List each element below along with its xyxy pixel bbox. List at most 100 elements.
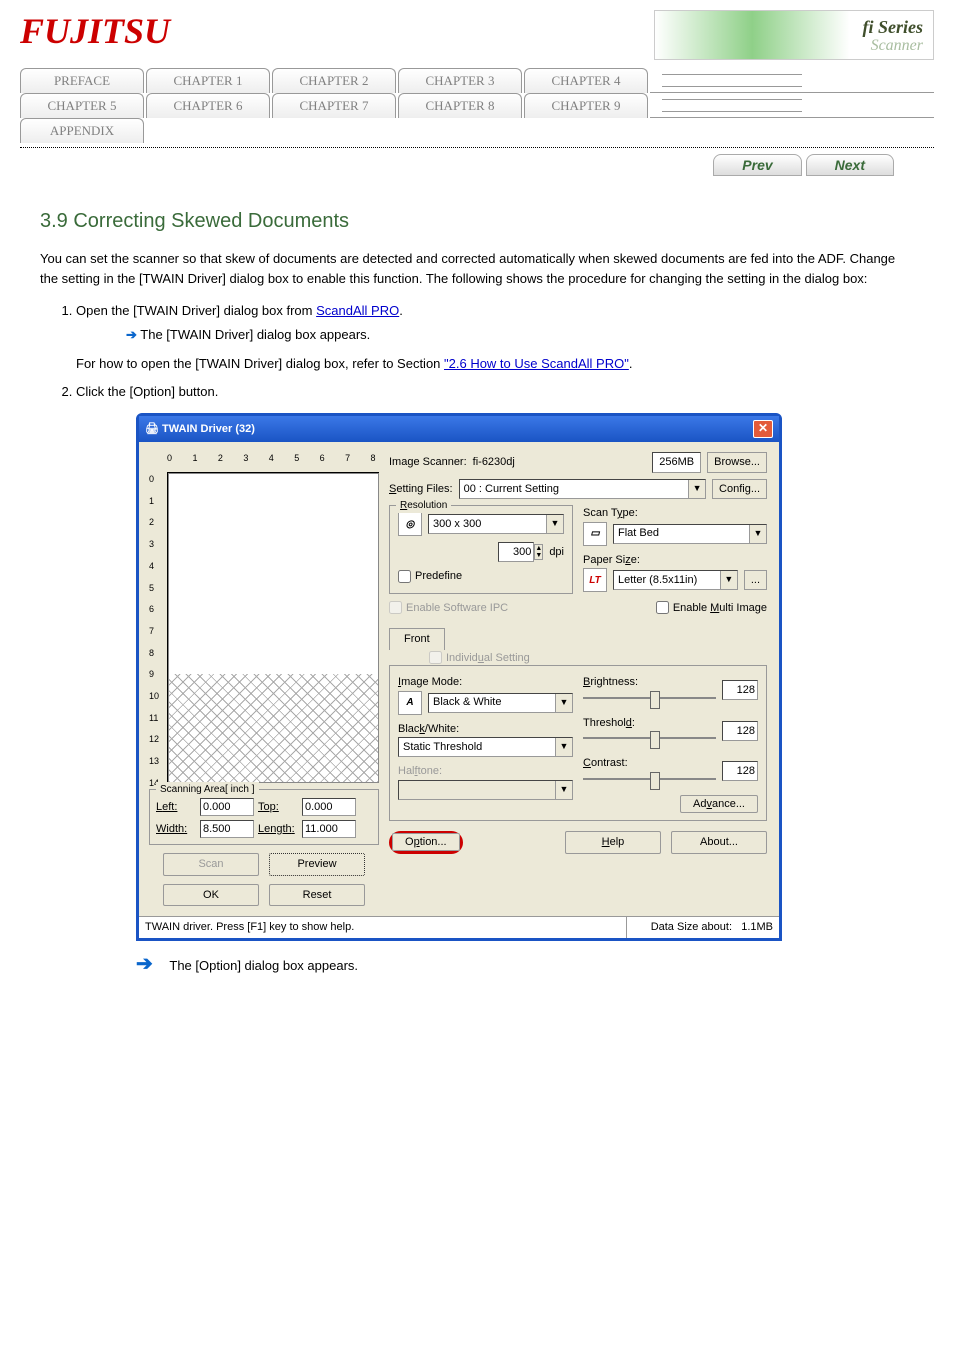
scan-type-combo[interactable]: Flat Bed▼	[613, 524, 767, 544]
right-panel: Image Scanner: fi-6230dj 256MB Browse...…	[383, 448, 773, 910]
preview-button[interactable]: Preview	[269, 853, 365, 876]
scanning-area-group: Scanning Area[ inch ] Left: Top: Width:	[149, 789, 379, 845]
banner-subtitle: Scanner	[871, 37, 923, 55]
contrast-label: Contrast:	[583, 757, 628, 769]
fujitsu-logo: FUJITSU	[20, 10, 170, 52]
top-input[interactable]	[302, 798, 356, 816]
intro-paragraph: You can set the scanner so that skew of …	[40, 249, 914, 288]
threshold-input[interactable]	[722, 721, 758, 741]
tab-chapter4[interactable]: CHAPTER 4	[524, 68, 648, 93]
step-2-text: Click the [Option] button.	[76, 384, 218, 399]
tab-appendix[interactable]: APPENDIX	[20, 118, 144, 143]
close-icon[interactable]: ✕	[753, 420, 773, 438]
top-label: Top:	[258, 799, 298, 816]
chevron-down-icon: ▼	[688, 480, 705, 498]
tab-preface[interactable]: PREFACE	[20, 68, 144, 93]
left-label: Left:	[156, 799, 196, 816]
scanning-area-legend: Scanning Area[ inch ]	[156, 782, 259, 797]
main-content: 3.9 Correcting Skewed Documents You can …	[0, 176, 954, 1002]
image-scanner-label: Image Scanner:	[389, 454, 467, 471]
step-1: Open the [TWAIN Driver] dialog box from …	[76, 301, 914, 374]
twain-window: 🖨 TWAIN Driver (32) ✕ 0 1 2 3 4	[136, 413, 782, 941]
paper-size-more-button[interactable]: ...	[744, 570, 767, 591]
length-label: Length:	[258, 821, 298, 838]
advance-button[interactable]: Advance...	[680, 795, 758, 813]
window-title: 🖨 TWAIN Driver (32)	[145, 421, 255, 438]
twain-dialog-screenshot: 🖨 TWAIN Driver (32) ✕ 0 1 2 3 4	[136, 413, 914, 941]
reset-button[interactable]: Reset	[269, 884, 365, 907]
scan-type-label: Scan Type:	[583, 507, 638, 519]
ok-button[interactable]: OK	[163, 884, 259, 907]
length-input[interactable]	[302, 820, 356, 838]
image-mode-combo[interactable]: Black & White▼	[428, 693, 573, 713]
step-2: Click the [Option] button. 🖨 TWAIN Drive…	[76, 382, 914, 979]
brightness-slider[interactable]	[583, 691, 716, 707]
predefine-checkbox[interactable]: Predefine	[398, 568, 564, 585]
enable-ipc-checkbox: Enable Software IPC	[389, 600, 508, 617]
width-input[interactable]	[200, 820, 254, 838]
left-panel: 0 1 2 3 4 5 6 7 8	[145, 448, 383, 910]
tab-chapter6[interactable]: CHAPTER 6	[146, 93, 270, 118]
image-mode-label: Image Mode:	[398, 676, 462, 688]
paper-size-icon: LT	[583, 568, 607, 592]
contrast-slider[interactable]	[583, 772, 716, 788]
tab-chapter7[interactable]: CHAPTER 7	[272, 93, 396, 118]
tab-chapter1[interactable]: CHAPTER 1	[146, 68, 270, 93]
dpi-unit: dpi	[549, 544, 564, 561]
contrast-input[interactable]	[722, 761, 758, 781]
option-highlight: Option...	[389, 831, 463, 854]
scandall-link[interactable]: ScandAll PRO	[316, 303, 399, 318]
individual-checkbox: Individual Setting	[429, 650, 767, 667]
step-1-post: .	[399, 303, 403, 318]
tab-chapter8[interactable]: CHAPTER 8	[398, 93, 522, 118]
browse-button[interactable]: Browse...	[707, 452, 767, 473]
step-1-arrow: ➔ The [TWAIN Driver] dialog box appears.	[126, 325, 914, 345]
dpi-spinner[interactable]: ▲▼	[498, 542, 543, 562]
enable-multi-checkbox[interactable]: Enable Multi Image	[656, 600, 767, 617]
config-button[interactable]: Config...	[712, 479, 767, 500]
setting-files-combo[interactable]: 00 : Current Setting▼	[459, 479, 706, 499]
tab-chapter5[interactable]: CHAPTER 5	[20, 93, 144, 118]
brightness-label: Brightness:	[583, 676, 638, 688]
section-title: 3.9 Correcting Skewed Documents	[40, 206, 914, 236]
preview-canvas[interactable]	[168, 473, 379, 783]
chapter-tabs: PREFACE CHAPTER 1 CHAPTER 2 CHAPTER 3 CH…	[20, 68, 934, 143]
step-2-result: ➔ The [Option] dialog box appears.	[136, 949, 914, 979]
image-mode-icon: A	[398, 691, 422, 715]
brightness-input[interactable]	[722, 680, 758, 700]
tab-side-lines	[650, 68, 934, 93]
resolution-combo[interactable]: 300 x 300▼	[428, 514, 564, 534]
status-bar: TWAIN driver. Press [F1] key to show hel…	[139, 916, 779, 938]
halftone-label: Halftone:	[398, 763, 573, 780]
next-button[interactable]: Next	[806, 154, 894, 176]
arrow-icon: ➔	[126, 327, 137, 342]
ruler-horizontal: 0 1 2 3 4 5 6 7 8	[167, 452, 379, 473]
nav-buttons: Prev Next	[0, 148, 954, 176]
tab-chapter2[interactable]: CHAPTER 2	[272, 68, 396, 93]
paper-size-combo[interactable]: Letter (8.5x11in)▼	[613, 570, 738, 590]
ruler-vertical: 0 1 2 3 4 5 6 7 8 9	[149, 473, 168, 783]
step-2-result-text: The [Option] dialog box appears.	[169, 958, 358, 973]
halftone-combo: ▼	[398, 780, 573, 800]
section-link[interactable]: "2.6 How to Use ScandAll PRO"	[444, 356, 629, 371]
bw-label: Black/White:	[398, 723, 459, 735]
series-banner: fi Series Scanner	[654, 10, 934, 60]
bw-combo[interactable]: Static Threshold▼	[398, 737, 573, 757]
setting-files-label: Setting Files:	[389, 481, 453, 498]
left-input[interactable]	[200, 798, 254, 816]
status-data-size: Data Size about: 1.1MB	[627, 917, 779, 938]
status-help-text: TWAIN driver. Press [F1] key to show hel…	[139, 917, 627, 938]
threshold-slider[interactable]	[583, 731, 716, 747]
step-1-arrow-text: The [TWAIN Driver] dialog box appears.	[140, 327, 370, 342]
front-tab[interactable]: Front	[389, 628, 445, 650]
resolution-legend: Resolution	[396, 498, 451, 513]
scan-button: Scan	[163, 853, 259, 876]
about-button[interactable]: About...	[671, 831, 767, 854]
tab-chapter9[interactable]: CHAPTER 9	[524, 93, 648, 118]
option-button[interactable]: Option...	[392, 833, 460, 851]
prev-button[interactable]: Prev	[713, 154, 801, 176]
help-button[interactable]: Help	[565, 831, 661, 854]
tab-side-lines-2	[650, 93, 934, 118]
out-of-page-area	[169, 674, 378, 782]
tab-chapter3[interactable]: CHAPTER 3	[398, 68, 522, 93]
